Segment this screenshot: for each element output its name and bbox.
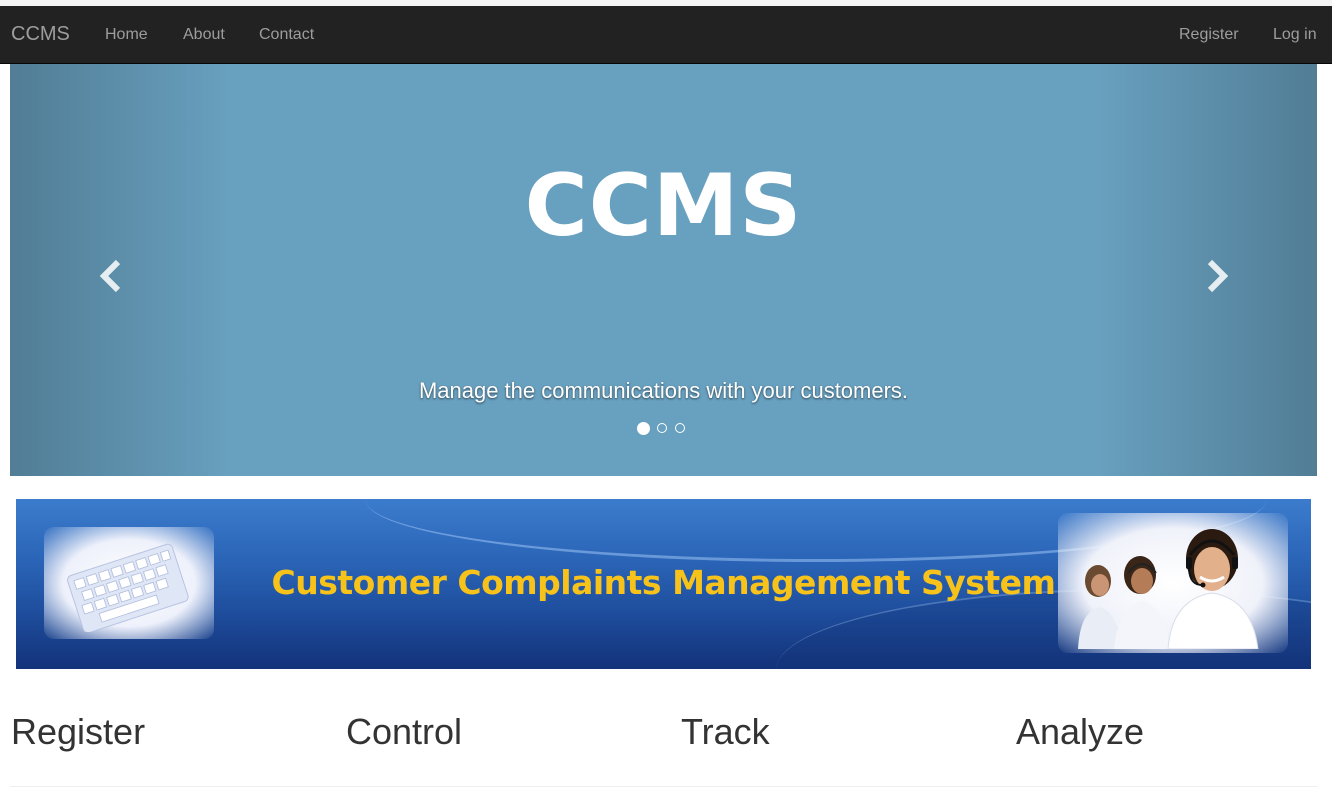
navbar: CCMS Home About Contact Register Log in (0, 6, 1332, 64)
feature-track-heading: Track (681, 711, 770, 752)
call-center-agents-image (1058, 513, 1288, 653)
slide-title: CCMS (524, 156, 803, 256)
nav-about-link[interactable]: About (183, 25, 225, 45)
nav-login-link[interactable]: Log in (1273, 25, 1317, 45)
carousel-indicator-2[interactable] (657, 423, 667, 433)
chevron-right-icon (1202, 254, 1232, 298)
carousel-indicator-3[interactable] (675, 423, 685, 433)
chevron-left-icon (96, 254, 126, 298)
carousel-prev-button[interactable] (96, 254, 126, 298)
carousel-indicator-1[interactable] (637, 422, 650, 435)
feature-analyze-heading: Analyze (1016, 711, 1145, 752)
brand-link[interactable]: CCMS (11, 22, 70, 46)
hero-carousel: CCMS Manage the communications with your… (10, 64, 1317, 476)
nav-contact-link[interactable]: Contact (259, 25, 314, 45)
feature-register-heading: Register (11, 711, 146, 752)
nav-home-link[interactable]: Home (105, 25, 148, 45)
ccms-banner-image: Customer Complaints Management System (16, 499, 1311, 669)
slide-caption: Manage the communications with your cust… (418, 378, 909, 403)
feature-control-heading: Control (346, 711, 463, 752)
carousel-next-button[interactable] (1202, 254, 1232, 298)
nav-register-link[interactable]: Register (1179, 25, 1239, 45)
